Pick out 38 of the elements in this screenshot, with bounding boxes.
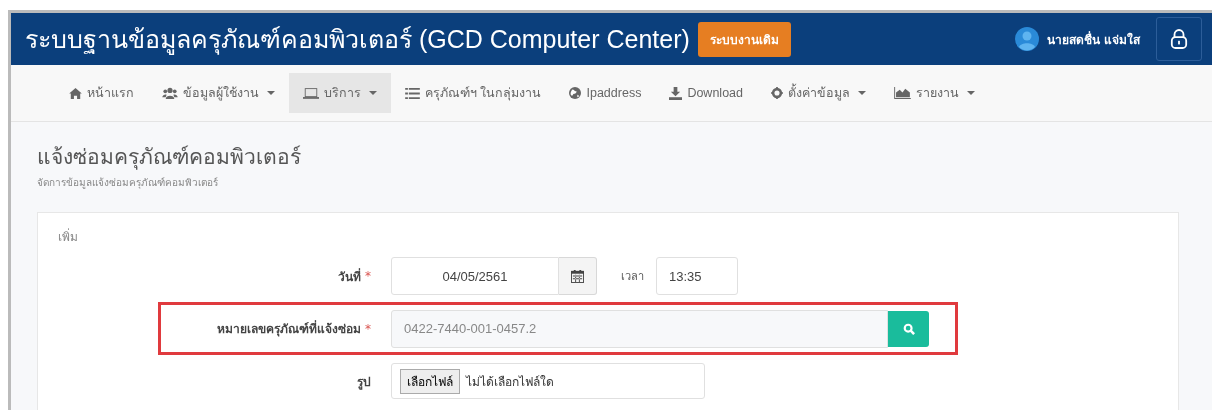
- nav-menu-item[interactable]: หน้าแรก: [55, 73, 148, 113]
- choose-file-button[interactable]: เลือกไฟล์: [400, 368, 460, 394]
- field-label: หมายเลขครุภัณฑ์ที่แจ้งซ่อม: [217, 319, 361, 338]
- required-mark: *: [365, 321, 371, 336]
- time-label: เวลา: [621, 269, 644, 285]
- calendar-button[interactable]: [559, 257, 597, 295]
- time-field[interactable]: 13:35: [656, 257, 738, 295]
- field-label: รูป: [357, 373, 371, 391]
- nav-menu-item[interactable]: ครุภัณฑ์ฯ ในกลุ่มงาน: [391, 73, 556, 113]
- nav-menu-item[interactable]: รายงาน: [880, 73, 989, 113]
- nav-menu-item[interactable]: Download: [655, 73, 757, 113]
- page-subtitle: จัดการข้อมูลแจ้งซ่อมครุภัณฑ์คอมพิวเตอร์: [37, 176, 219, 190]
- padlock-icon: [1170, 28, 1188, 50]
- file-status: ไม่ได้เลือกไฟล์ใด: [466, 373, 554, 391]
- home-icon: [69, 87, 82, 99]
- calendar-icon: [571, 269, 584, 283]
- field-label: วันที่: [338, 267, 361, 286]
- nav-menu-item[interactable]: Ipaddress: [555, 73, 656, 113]
- laptop-icon: [303, 87, 319, 99]
- users-icon: [162, 87, 178, 99]
- app-title: ระบบฐานข้อมูลครุภัณฑ์คอมพิวเตอร์ (GCD Computer Center): [25, 24, 690, 57]
- search-icon: [902, 322, 915, 335]
- panel-heading: เพิ่ม: [58, 227, 79, 246]
- nav-menu-item[interactable]: บริการ: [289, 73, 391, 113]
- user-avatar-icon: [1014, 27, 1039, 51]
- nav-menu-item[interactable]: ข้อมูลผู้ใช้งาน: [148, 73, 289, 113]
- date-field[interactable]: 04/05/2561: [391, 257, 559, 295]
- nav-menu-item[interactable]: ตั้งค่าข้อมูล: [757, 73, 880, 113]
- equipment-number-field[interactable]: 0422-7440-001-0457.2: [391, 309, 888, 348]
- download-icon: [669, 86, 683, 100]
- globe-icon: [569, 87, 582, 99]
- logout-button[interactable]: [1156, 17, 1202, 61]
- required-mark: *: [365, 269, 371, 283]
- area-chart-icon: [894, 87, 911, 99]
- gear-icon: [771, 87, 783, 99]
- page-title: แจ้งซ่อมครุภัณฑ์คอมพิวเตอร์: [37, 144, 302, 172]
- user-name[interactable]: นายสดชื่น แจ่มใส: [1046, 29, 1140, 49]
- list-icon: [405, 87, 420, 99]
